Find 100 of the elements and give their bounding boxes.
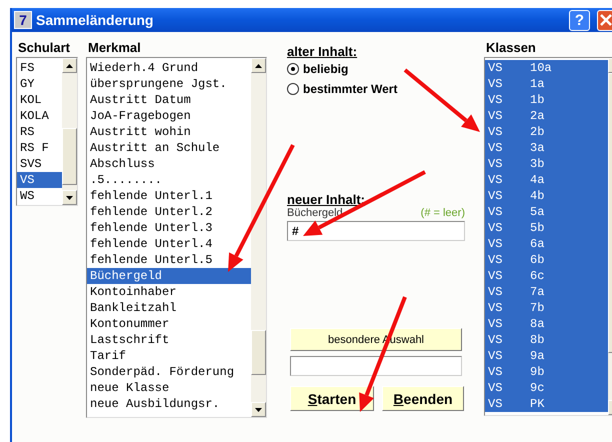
hint-text: (# = leer)	[420, 207, 465, 221]
list-item[interactable]: VS 8a	[485, 316, 608, 332]
column-label: Merkmal	[87, 40, 142, 57]
list-item[interactable]: Austritt an Schule	[87, 140, 251, 156]
dialog-button[interactable]: Starten	[290, 386, 374, 411]
list-item[interactable]: Abschluss	[87, 156, 251, 172]
list-item[interactable]: .5........	[87, 172, 251, 188]
list-item[interactable]: Tarif	[87, 348, 251, 364]
school-code: VS	[488, 268, 504, 284]
list-item[interactable]: VS 9a	[485, 348, 608, 364]
list-item[interactable]: KOLA	[17, 108, 62, 124]
list-item[interactable]: VS 6b	[485, 252, 608, 268]
help-button[interactable]: ?	[569, 10, 590, 30]
list-item[interactable]: VS 4a	[485, 172, 608, 188]
list-item[interactable]: VS 7b	[485, 300, 608, 316]
school-code: VS	[488, 76, 504, 92]
list-item[interactable]: VS 2b	[485, 124, 608, 140]
input-field[interactable]: #	[287, 221, 465, 241]
up-arrow-icon	[255, 64, 262, 68]
list-item[interactable]: neue Ausbildungsr.	[87, 396, 251, 412]
list-item[interactable]: übersprungene Jgst.	[87, 76, 251, 92]
list-item[interactable]: VS 7a	[485, 284, 608, 300]
list-item[interactable]: VS 9c	[485, 380, 608, 396]
school-code: VS	[488, 364, 504, 380]
class-name: 6b	[530, 252, 544, 268]
list-item[interactable]: RS F	[17, 140, 62, 156]
list-item[interactable]: VS 5b	[485, 220, 608, 236]
list-item[interactable]: neue Klasse	[87, 380, 251, 396]
list-item[interactable]: VS 9b	[485, 364, 608, 380]
school-code: VS	[488, 172, 504, 188]
list-item[interactable]: Austritt wohin	[87, 124, 251, 140]
list-item[interactable]: Bankleitzahl	[87, 300, 251, 316]
class-name: 8b	[530, 332, 544, 348]
list-item[interactable]: VS 3a	[485, 140, 608, 156]
class-name: 4b	[530, 188, 544, 204]
up-arrow-icon	[66, 64, 73, 68]
list-item[interactable]: fehlende Unterl.4	[87, 236, 251, 252]
list-item[interactable]: fehlende Unterl.1	[87, 188, 251, 204]
list-item[interactable]: VS 6c	[485, 268, 608, 284]
list-item[interactable]: VS	[17, 172, 62, 188]
class-name: PK	[530, 396, 544, 412]
list-item[interactable]: WS	[17, 188, 62, 204]
dialog-button[interactable]: Beenden	[382, 386, 464, 411]
class-name: 5a	[530, 204, 544, 220]
list-item[interactable]: VS 2a	[485, 108, 608, 124]
list-item[interactable]: Kontoinhaber	[87, 284, 251, 300]
school-code: VS	[488, 124, 504, 140]
scroll-up-button[interactable]	[62, 58, 77, 73]
class-name: 5b	[530, 220, 544, 236]
down-arrow-icon	[255, 408, 262, 412]
school-code: VS	[488, 108, 504, 124]
list-item[interactable]: FS	[17, 60, 62, 76]
list-item[interactable]: Büchergeld	[87, 268, 251, 284]
school-code: VS	[488, 300, 504, 316]
list-item[interactable]: RS	[17, 124, 62, 140]
scroll-down-button[interactable]	[251, 402, 266, 417]
section-label: alter Inhalt:	[287, 44, 358, 59]
list-item[interactable]: GY	[17, 76, 62, 92]
school-code: VS	[488, 284, 504, 300]
class-name: 7b	[530, 300, 544, 316]
list-item[interactable]: VS PK	[485, 396, 608, 412]
class-name: 3b	[530, 156, 544, 172]
list-item[interactable]: JoA-Fragebogen	[87, 108, 251, 124]
close-button[interactable]	[597, 10, 612, 30]
school-code: VS	[488, 188, 504, 204]
radio-icon[interactable]	[287, 63, 299, 75]
list-item[interactable]: Sonderpäd. Förderung	[87, 364, 251, 380]
list-item[interactable]: VS 4b	[485, 188, 608, 204]
scroll-down-button[interactable]	[62, 190, 77, 205]
list-item[interactable]: VS 1a	[485, 76, 608, 92]
list-item[interactable]: Lastschrift	[87, 332, 251, 348]
school-code: VS	[488, 252, 504, 268]
school-code: VS	[488, 92, 504, 108]
list-item[interactable]: VS 5a	[485, 204, 608, 220]
class-name: 7a	[530, 284, 544, 300]
list-item[interactable]: Wiederh.4 Grund	[87, 60, 251, 76]
school-code: VS	[488, 60, 504, 76]
app-icon: 7	[14, 11, 32, 29]
radio-option[interactable]: bestimmter Wert	[287, 79, 465, 99]
list-item[interactable]: Kontonummer	[87, 316, 251, 332]
list-item[interactable]: KOL	[17, 92, 62, 108]
radio-icon[interactable]	[287, 83, 299, 95]
list-item[interactable]: fehlende Unterl.5	[87, 252, 251, 268]
class-name: 2a	[530, 108, 544, 124]
list-item[interactable]: VS 1b	[485, 92, 608, 108]
column-label: Klassen	[485, 40, 537, 57]
scroll-up-button[interactable]	[251, 58, 266, 73]
list-item[interactable]: fehlende Unterl.3	[87, 220, 251, 236]
list-item[interactable]: VS 3b	[485, 156, 608, 172]
list-item[interactable]: SVS	[17, 156, 62, 172]
input-field[interactable]	[290, 356, 462, 376]
list-item[interactable]: Austritt Datum	[87, 92, 251, 108]
list-item[interactable]: VS 8b	[485, 332, 608, 348]
list-item[interactable]: VS 6a	[485, 236, 608, 252]
list-item[interactable]: fehlende Unterl.2	[87, 204, 251, 220]
school-code: VS	[488, 156, 504, 172]
list-item[interactable]: VS 10a	[485, 60, 608, 76]
radio-option[interactable]: beliebig	[287, 59, 465, 79]
class-name: 1b	[530, 92, 544, 108]
school-code: VS	[488, 332, 504, 348]
